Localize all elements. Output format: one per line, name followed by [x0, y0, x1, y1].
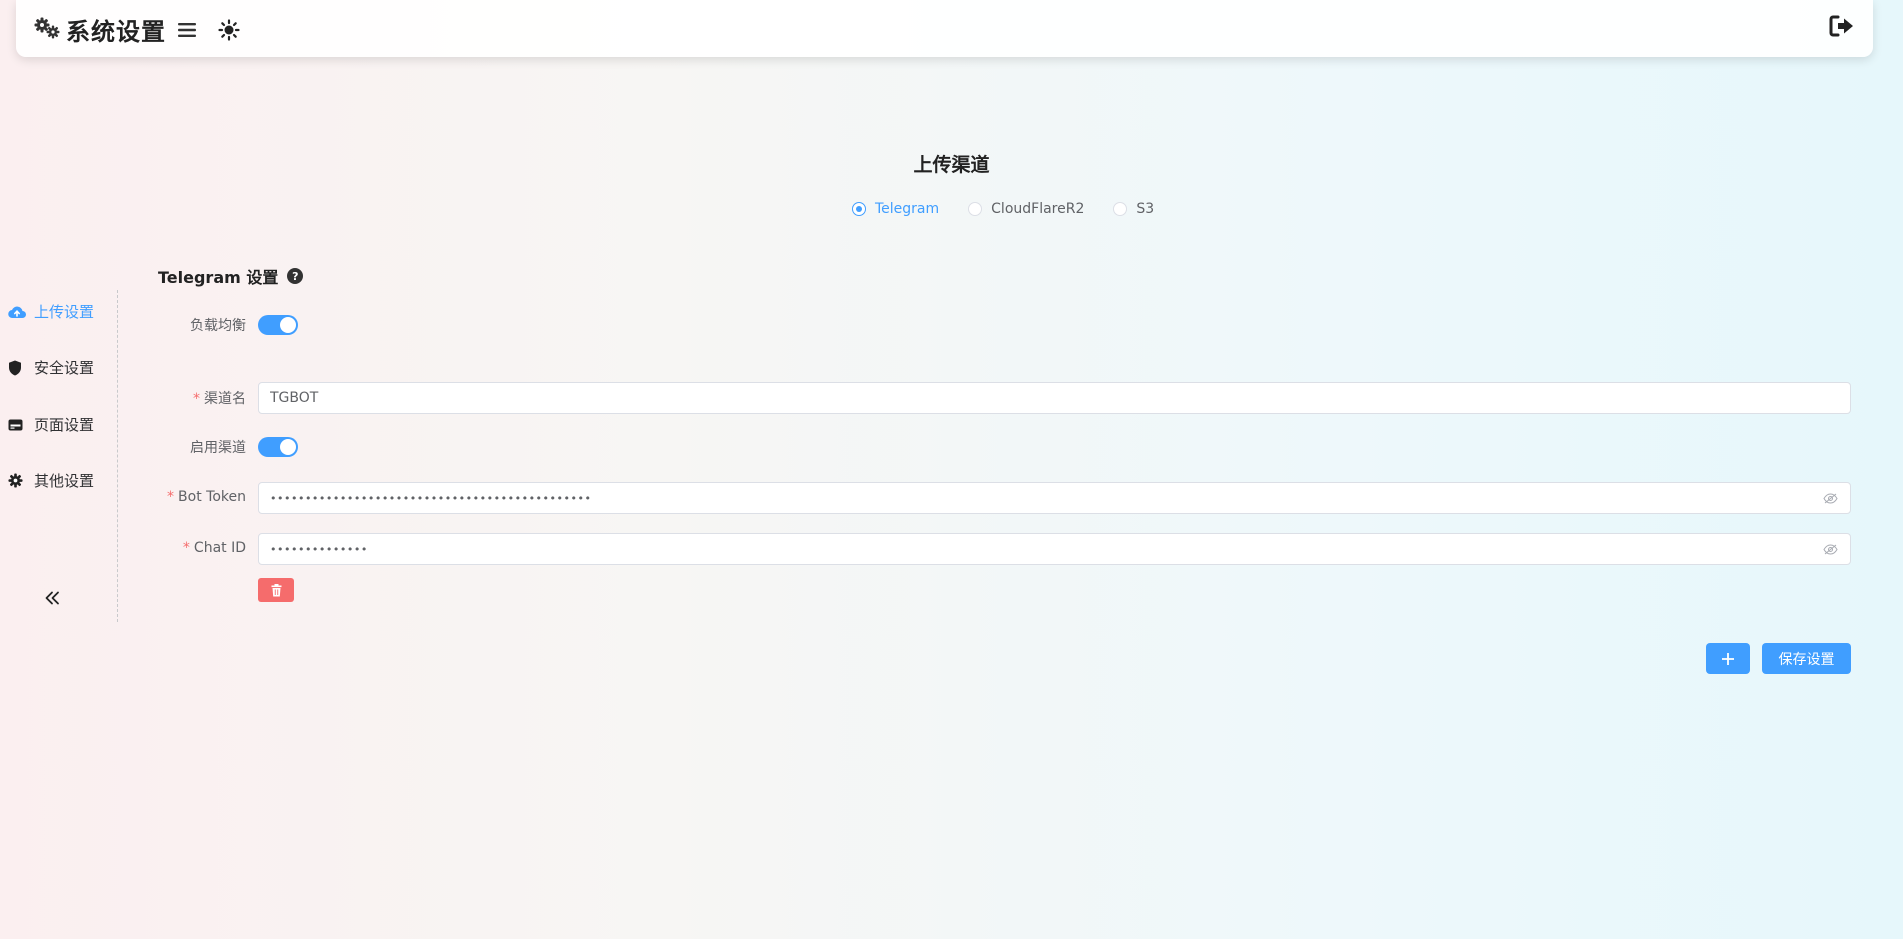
- bot-token-label: * Bot Token: [96, 489, 246, 505]
- cloud-upload-icon: [8, 305, 26, 319]
- radio-label: Telegram: [875, 201, 940, 217]
- top-header: 系统设置: [16, 0, 1873, 57]
- chat-id-label-text: Chat ID: [193, 540, 246, 556]
- enable-channel-switch[interactable]: [258, 437, 298, 457]
- radio-telegram[interactable]: Telegram: [852, 201, 939, 217]
- switch-knob: [280, 439, 296, 455]
- save-settings-button[interactable]: 保存设置: [1762, 643, 1851, 674]
- eye-hidden-icon[interactable]: [1823, 543, 1839, 555]
- bot-token-input[interactable]: ••••••••••••••••••••••••••••••••••••••••…: [258, 482, 1851, 514]
- channel-name-label-text: 渠道名: [204, 391, 246, 407]
- radio-dot: [1113, 202, 1128, 216]
- chat-id-value: ••••••••••••••: [270, 542, 368, 556]
- radio-label: S3: [1136, 201, 1155, 217]
- double-chevron-left-icon: [45, 591, 59, 605]
- sidebar-item-page-settings[interactable]: 页面设置: [8, 414, 94, 435]
- theme-toggle-button[interactable]: [218, 18, 240, 41]
- hamburger-icon: [178, 22, 196, 37]
- required-mark: *: [193, 391, 200, 407]
- app-title: 系统设置: [66, 18, 166, 46]
- menu-toggle-button[interactable]: [178, 22, 196, 38]
- enable-channel-label: 启用渠道: [190, 440, 246, 456]
- form-title-text: Telegram 设置: [158, 268, 279, 287]
- sidebar-item-label: 上传设置: [34, 303, 95, 321]
- radio-dot: [968, 202, 983, 216]
- radio-dot: [852, 202, 866, 216]
- sidebar-item-other-settings[interactable]: 其他设置: [8, 470, 94, 491]
- radio-cloudflare-r2[interactable]: CloudFlareR2: [968, 201, 1084, 217]
- chat-id-label: * Chat ID: [96, 540, 246, 556]
- plus-icon: [1722, 652, 1734, 665]
- required-mark: *: [182, 540, 190, 556]
- eye-hidden-icon[interactable]: [1823, 492, 1839, 504]
- sidebar-item-security-settings[interactable]: 安全设置: [8, 357, 94, 378]
- header-left: 系统设置: [34, 12, 240, 47]
- channel-name-input[interactable]: TGBOT: [258, 382, 1851, 414]
- sidebar-item-label: 其他设置: [34, 472, 95, 490]
- form-title: Telegram 设置 ?: [158, 264, 304, 288]
- gears-icon: [34, 17, 60, 43]
- load-balance-label: 负载均衡: [190, 318, 246, 334]
- sun-icon: [218, 18, 240, 41]
- sidebar-collapse-button[interactable]: [44, 590, 60, 609]
- required-mark: *: [167, 489, 175, 505]
- channel-radio-group: Telegram CloudFlareR2 S3: [852, 201, 1183, 217]
- chat-id-input[interactable]: ••••••••••••••: [258, 533, 1851, 565]
- sidebar-item-label: 页面设置: [34, 416, 95, 434]
- card-icon: [8, 419, 26, 431]
- channel-name-value: TGBOT: [270, 390, 319, 406]
- section-title-upload-channel: 上传渠道: [913, 154, 990, 176]
- bot-token-value: ••••••••••••••••••••••••••••••••••••••••…: [270, 491, 592, 505]
- logout-icon: [1829, 15, 1853, 37]
- delete-channel-button[interactable]: [258, 578, 294, 602]
- add-channel-button[interactable]: [1706, 643, 1750, 674]
- help-icon[interactable]: ?: [287, 268, 304, 284]
- sidebar-item-label: 安全设置: [34, 359, 95, 377]
- sidebar-item-upload-settings[interactable]: 上传设置: [8, 301, 94, 322]
- radio-s3[interactable]: S3: [1113, 201, 1154, 217]
- load-balance-switch[interactable]: [258, 315, 298, 335]
- bot-token-label-text: Bot Token: [178, 489, 246, 505]
- channel-name-label: * 渠道名: [96, 388, 246, 408]
- logout-button[interactable]: [1829, 15, 1855, 41]
- shield-icon: [8, 360, 26, 376]
- gear-icon: [8, 473, 26, 488]
- trash-icon: [271, 583, 281, 596]
- radio-label: CloudFlareR2: [991, 201, 1085, 217]
- switch-knob: [280, 317, 296, 333]
